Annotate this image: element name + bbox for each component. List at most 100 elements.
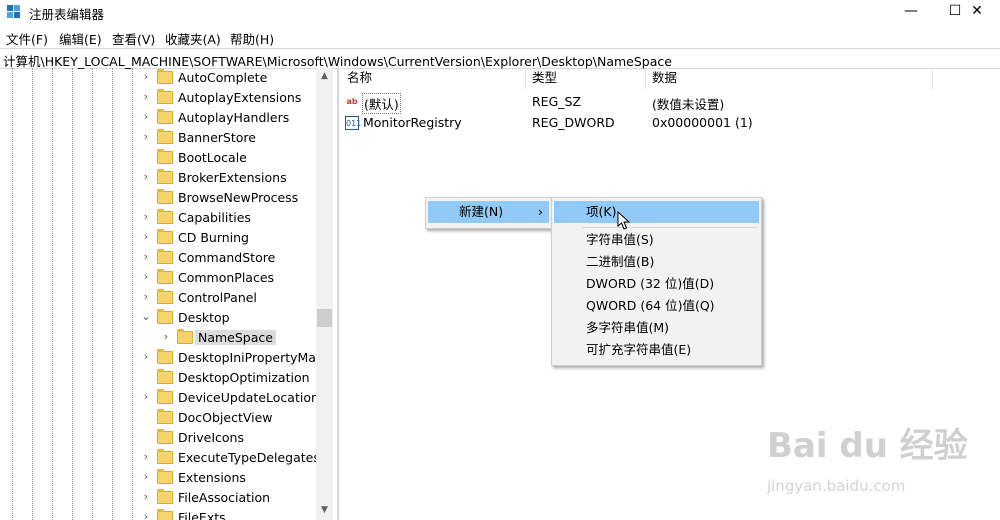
expand-chevron-icon[interactable]: › [140, 270, 152, 284]
tree-item-label: BrokerExtensions [178, 170, 287, 185]
menu-favorites[interactable]: 收藏夹(A) [165, 29, 221, 48]
collapse-chevron-icon[interactable]: ⌄ [140, 310, 152, 324]
menu-item-label: 字符串值(S) [586, 232, 654, 247]
tree-item[interactable]: DriveIcons [0, 428, 318, 448]
tree-item-label: DeviceUpdateLocations [178, 390, 326, 405]
expand-chevron-icon[interactable]: › [140, 230, 152, 244]
tree-item[interactable]: › Extensions [0, 468, 318, 488]
tree-item[interactable]: › FileExts [0, 508, 318, 520]
value-row[interactable]: ab (默认) REG_SZ (数值未设置) [340, 92, 1000, 114]
expand-chevron-icon[interactable]: › [140, 290, 152, 304]
tree-item[interactable]: BrowseNewProcess [0, 188, 318, 208]
tree-item-label: ExecuteTypeDelegates [178, 450, 320, 465]
tree-item[interactable]: DocObjectView [0, 408, 318, 428]
submenu-arrow-icon: › [538, 204, 543, 219]
menu-item-new[interactable]: 新建(N) › [428, 201, 549, 223]
key-tree[interactable]: › AutoComplete › AutoplayExtensions › Autopla… [0, 68, 332, 520]
expand-chevron-icon[interactable]: › [140, 470, 152, 484]
tree-item-label: DesktopIniPropertyMap [178, 350, 324, 365]
expand-chevron-icon[interactable]: › [140, 390, 152, 404]
expand-chevron-icon[interactable]: › [140, 170, 152, 184]
column-header-name[interactable]: 名称 [347, 68, 372, 90]
column-divider[interactable] [525, 68, 526, 90]
folder-icon [157, 469, 173, 484]
folder-icon [157, 489, 173, 504]
menu-item-qword-value[interactable]: QWORD (64 位)值(Q) [554, 295, 759, 317]
tree-item[interactable]: › DeviceUpdateLocations [0, 388, 325, 408]
folder-icon [157, 429, 173, 444]
expand-chevron-icon[interactable]: › [140, 130, 152, 144]
scroll-up-arrow-icon[interactable]: ▲ [316, 68, 333, 85]
tree-item[interactable]: › BrokerExtensions [0, 168, 318, 188]
tree-item[interactable]: › DesktopIniPropertyMap [0, 348, 324, 368]
tree-item[interactable]: ⌄ Desktop [0, 308, 318, 328]
folder-icon [157, 229, 173, 244]
column-header-type[interactable]: 类型 [532, 68, 557, 90]
tree-item[interactable]: › AutoplayHandlers [0, 108, 318, 128]
expand-chevron-icon[interactable]: › [140, 90, 152, 104]
tree-scrollbar[interactable]: ▲ ▼ [316, 68, 333, 520]
expand-chevron-icon[interactable]: › [140, 350, 152, 364]
baidu-jingyan-watermark-url: jingyan.baidu.com [767, 477, 906, 495]
tree-item[interactable]: › FileAssociation [0, 488, 318, 508]
tree-item-label: CD Burning [178, 230, 249, 245]
tree-item[interactable]: BootLocale [0, 148, 318, 168]
folder-icon [157, 449, 173, 464]
tree-item-label: BrowseNewProcess [178, 190, 299, 205]
minimize-button[interactable]: — [888, 0, 934, 24]
tree-item[interactable]: › CommandStore [0, 248, 318, 268]
menu-item-key[interactable]: 项(K) [554, 201, 759, 223]
expand-chevron-icon[interactable]: › [140, 450, 152, 464]
menu-file[interactable]: 文件(F) [6, 29, 48, 48]
expand-chevron-icon[interactable]: › [140, 70, 152, 84]
tree-item-label: Capabilities [178, 210, 251, 225]
menu-help[interactable]: 帮助(H) [230, 29, 274, 48]
tree-item[interactable]: › Capabilities [0, 208, 318, 228]
menu-item-multi-string-value[interactable]: 多字符串值(M) [554, 317, 759, 339]
tree-item-label: BootLocale [178, 150, 247, 165]
menu-item-dword-value[interactable]: DWORD (32 位)值(D) [554, 273, 759, 295]
tree-item[interactable]: › AutoComplete [0, 68, 318, 88]
folder-icon [157, 249, 173, 264]
tree-item[interactable]: › NameSpace [0, 328, 318, 348]
scroll-thumb[interactable] [317, 309, 332, 327]
folder-icon [157, 209, 173, 224]
menu-separator [582, 227, 757, 228]
tree-item-label: DocObjectView [178, 410, 273, 425]
column-divider[interactable] [645, 68, 646, 90]
menu-item-string-value[interactable]: 字符串值(S) [554, 229, 759, 251]
menu-item-expandable-string-value[interactable]: 可扩充字符串值(E) [554, 339, 759, 361]
tree-item[interactable]: DesktopOptimization [0, 368, 318, 388]
tree-item[interactable]: › ExecuteTypeDelegates [0, 448, 320, 468]
pane-splitter[interactable] [337, 68, 339, 520]
menu-view[interactable]: 查看(V) [112, 29, 155, 48]
expand-chevron-icon[interactable]: › [140, 110, 152, 124]
folder-icon [157, 269, 173, 284]
menu-item-label: 二进制值(B) [586, 254, 655, 269]
tree-item[interactable]: › BannerStore [0, 128, 318, 148]
baidu-jingyan-watermark-logo: Bai du 经验 [767, 426, 968, 466]
menu-item-binary-value[interactable]: 二进制值(B) [554, 251, 759, 273]
column-divider[interactable] [932, 68, 933, 90]
tree-item[interactable]: › CD Burning [0, 228, 318, 248]
folder-icon [157, 389, 173, 404]
address-bar[interactable]: 计算机\HKEY_LOCAL_MACHINE\SOFTWARE\Microsof… [0, 48, 1000, 69]
close-button[interactable]: ✕ [954, 0, 1000, 24]
column-header-data[interactable]: 数据 [652, 68, 677, 90]
value-row[interactable]: 011 MonitorRegistry REG_DWORD 0x00000001… [340, 113, 1000, 133]
expand-chevron-icon[interactable]: › [140, 250, 152, 264]
expand-chevron-icon[interactable]: › [140, 490, 152, 504]
menu-edit[interactable]: 编辑(E) [59, 29, 102, 48]
expand-chevron-icon[interactable]: › [140, 510, 152, 520]
folder-icon [157, 129, 173, 144]
menu-item-label: QWORD (64 位)值(Q) [586, 298, 715, 313]
expand-chevron-icon[interactable]: › [160, 330, 172, 344]
scroll-down-arrow-icon[interactable]: ▼ [316, 502, 333, 519]
tree-item[interactable]: › ControlPanel [0, 288, 318, 308]
folder-icon [157, 289, 173, 304]
tree-item[interactable]: › AutoplayExtensions [0, 88, 318, 108]
expand-chevron-icon[interactable]: › [140, 210, 152, 224]
tree-item[interactable]: › CommonPlaces [0, 268, 318, 288]
string-value-icon: ab [346, 97, 358, 106]
